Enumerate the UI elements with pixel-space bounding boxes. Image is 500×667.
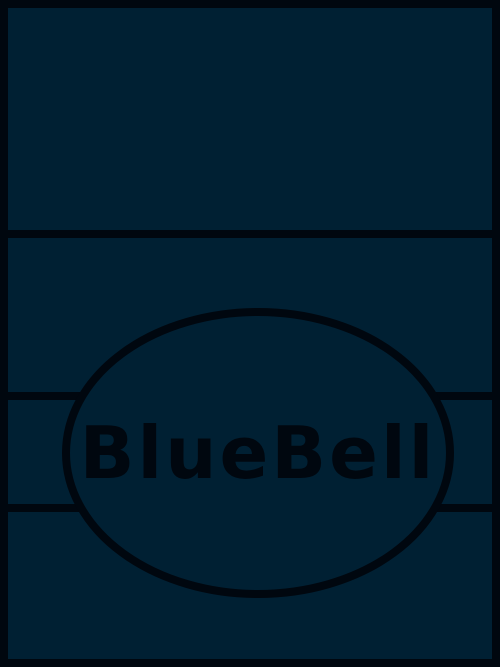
bluebell-label-art: BlueBell bbox=[8, 230, 492, 598]
bluebell-card: BlueBell bbox=[0, 0, 500, 667]
brand-label-text: BlueBell bbox=[80, 411, 437, 495]
